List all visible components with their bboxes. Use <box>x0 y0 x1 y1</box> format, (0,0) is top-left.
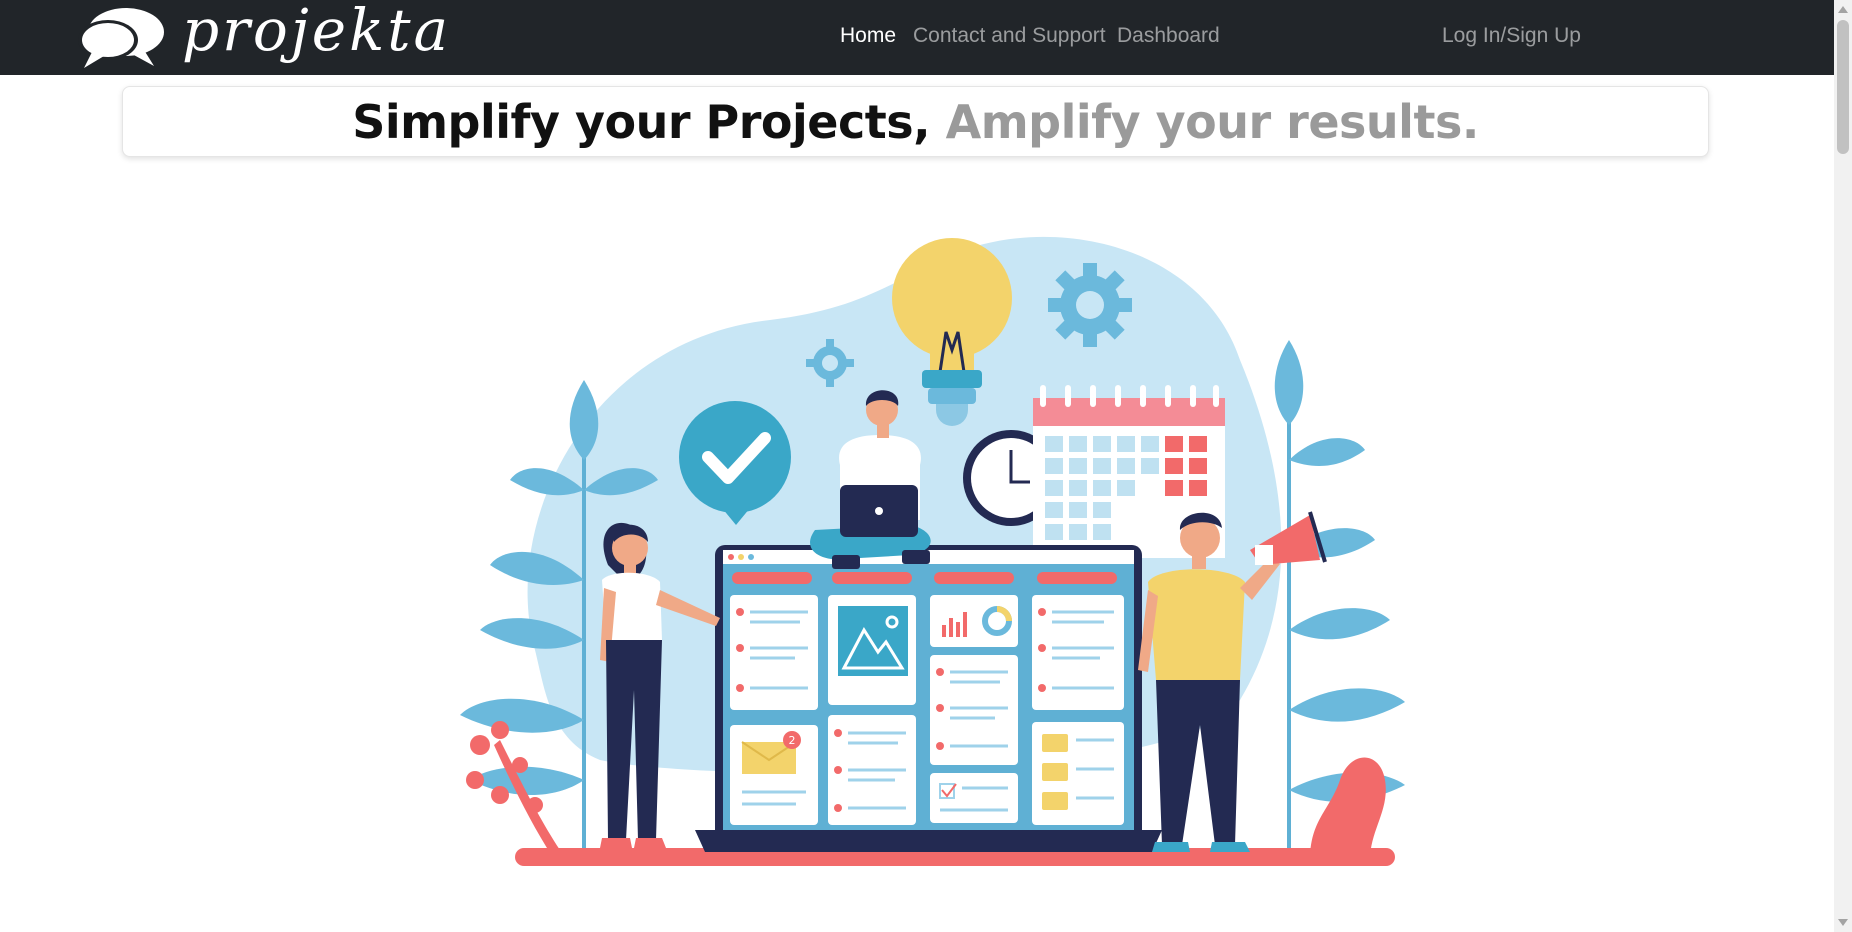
brand-name: projekta <box>182 0 452 64</box>
nav-login-signup[interactable]: Log In/Sign Up <box>1442 24 1581 48</box>
scroll-up-arrow-icon[interactable] <box>1838 6 1848 13</box>
nav-home[interactable]: Home <box>840 24 896 48</box>
scroll-thumb[interactable] <box>1837 20 1849 154</box>
hero-illustration: 2 <box>440 220 1440 900</box>
hero-title-primary: Simplify your Projects, <box>352 94 931 149</box>
page-scrollbar[interactable] <box>1834 0 1852 932</box>
kanban-board-laptop: 2 <box>695 545 1162 852</box>
team-illustration-svg: 2 <box>460 236 1405 866</box>
hero-card: Simplify your Projects, Amplify your res… <box>122 86 1709 157</box>
nav-contact-support[interactable]: Contact and Support <box>913 24 1106 48</box>
notification-count: 2 <box>789 734 796 747</box>
brand-logo[interactable]: projekta <box>74 0 452 74</box>
scroll-down-arrow-icon[interactable] <box>1838 919 1848 926</box>
navbar: projekta Home Contact and Support Dashbo… <box>0 0 1834 75</box>
speech-bubbles-icon <box>78 8 164 68</box>
gear-icon-large <box>1048 263 1132 347</box>
coral-plant-right <box>1310 757 1386 860</box>
hero-title-secondary: Amplify your results. <box>945 94 1480 149</box>
hero-title: Simplify your Projects, Amplify your res… <box>352 95 1479 149</box>
nav-dashboard[interactable]: Dashboard <box>1117 24 1220 48</box>
